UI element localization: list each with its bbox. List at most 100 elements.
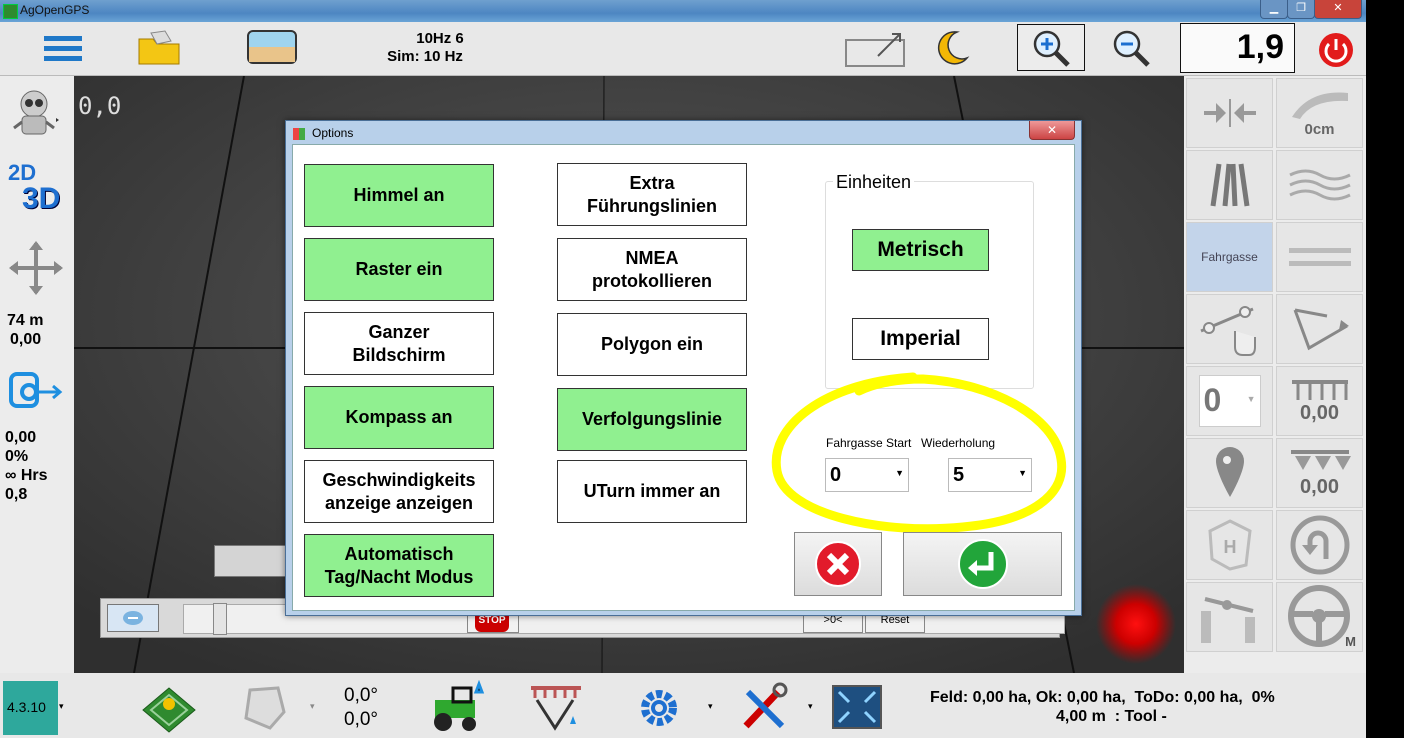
hydraulic-lift-icon bbox=[1200, 597, 1255, 643]
stat-hours: ∞ Hrs bbox=[5, 467, 48, 484]
angle-line-icon bbox=[1293, 308, 1349, 351]
field-map-icon[interactable] bbox=[138, 683, 200, 735]
settings-gear-icon[interactable] bbox=[636, 685, 682, 731]
yellow-highlight bbox=[771, 372, 1067, 534]
tram-start-select[interactable]: 0 ▼ bbox=[825, 458, 909, 492]
field-folder-icon[interactable] bbox=[136, 27, 184, 67]
sky-view-icon[interactable] bbox=[246, 28, 298, 66]
contour-record-icon[interactable] bbox=[6, 368, 64, 412]
snap-to-line-button[interactable] bbox=[1186, 78, 1273, 148]
cancel-button[interactable] bbox=[794, 532, 882, 596]
wavy-lines-icon bbox=[1288, 169, 1351, 201]
autosteer-robot-icon[interactable] bbox=[6, 84, 66, 144]
screen-expand-icon[interactable] bbox=[830, 683, 884, 731]
option-kompass-an-button[interactable]: Kompass an bbox=[304, 386, 494, 449]
zoom-in-icon[interactable] bbox=[1017, 24, 1085, 71]
close-window-button[interactable]: ✕ bbox=[1314, 0, 1362, 19]
settings-dropdown-arrow[interactable]: ▾ bbox=[708, 701, 713, 712]
zero-select-arrow: ▼ bbox=[1246, 394, 1256, 404]
repeat-select[interactable]: 5 ▼ bbox=[948, 458, 1032, 492]
undo-button[interactable] bbox=[107, 604, 159, 632]
zoom-value-box: 1,9 bbox=[1180, 23, 1295, 73]
chevron-down-icon: ▼ bbox=[895, 468, 904, 478]
mode-3d-label[interactable]: 3D bbox=[22, 182, 60, 216]
option-raster-ein-button[interactable]: Raster ein bbox=[304, 238, 494, 301]
touch-line-icon bbox=[1199, 306, 1256, 356]
option-uturn-immer-an-button[interactable]: UTurn immer an bbox=[557, 460, 747, 523]
map-gray-box bbox=[214, 545, 296, 577]
field-info: Feld: 0,00 ha, Ok: 0,00 ha, ToDo: 0,00 h… bbox=[930, 689, 1275, 706]
heading-value-1: 0,0° bbox=[344, 685, 379, 706]
zoom-out-icon[interactable] bbox=[1108, 26, 1154, 70]
section-control-button[interactable]: 0,00 bbox=[1276, 438, 1363, 508]
dialog-title: Options bbox=[312, 126, 354, 140]
uturn-button[interactable] bbox=[1276, 510, 1363, 580]
slider-thumb[interactable] bbox=[213, 603, 227, 635]
ok-button[interactable] bbox=[903, 532, 1062, 596]
maximize-button[interactable]: ❐ bbox=[1287, 0, 1315, 19]
location-pin-icon bbox=[1215, 447, 1244, 497]
undo-icon bbox=[123, 611, 143, 625]
option-extra-f-hrungslinien-button[interactable]: Extra Führungslinien bbox=[557, 163, 747, 226]
window-titlebar: AgOpenGPS ▁ ❐ ✕ bbox=[0, 0, 1366, 22]
tools-icon[interactable] bbox=[736, 681, 792, 735]
hz-line1: 10Hz 6 bbox=[416, 30, 464, 47]
gps-pin-button[interactable] bbox=[1186, 438, 1273, 508]
boundary-dropdown-arrow[interactable]: ▾ bbox=[310, 701, 315, 712]
ab-line-button[interactable] bbox=[1186, 150, 1273, 220]
sections-icon bbox=[1291, 379, 1348, 400]
tools-dropdown-arrow[interactable]: ▾ bbox=[808, 701, 813, 712]
option-himmel-an-button[interactable]: Himmel an bbox=[304, 164, 494, 227]
window-title: AgOpenGPS bbox=[20, 3, 90, 17]
option-geschwindigkeits-anzeige-anzeigen-button[interactable]: Geschwindigkeits anzeige anzeigen bbox=[304, 460, 494, 523]
version-box[interactable]: 4.3.10 bbox=[3, 681, 58, 735]
flag-lines-button[interactable] bbox=[1276, 222, 1363, 292]
screen-edge bbox=[1366, 0, 1404, 738]
version-dropdown-arrow[interactable]: ▾ bbox=[59, 701, 64, 712]
vehicle-settings-icon[interactable] bbox=[428, 679, 490, 735]
imperial-button[interactable]: Imperial bbox=[852, 318, 989, 360]
night-mode-icon[interactable] bbox=[930, 28, 972, 68]
boundary-line-button[interactable] bbox=[1276, 294, 1363, 364]
offset-button[interactable]: 0cm bbox=[1276, 78, 1363, 148]
curve-line-button[interactable] bbox=[1276, 150, 1363, 220]
power-icon[interactable] bbox=[1316, 30, 1356, 70]
bottom-bar: 4.3.10 ▾ ▾ 0,0° 0,0° ▾ ▾ Feld: 0,00 ha, … bbox=[0, 673, 1366, 738]
option-automatisch-tag-nacht-modus-button[interactable]: Automatisch Tag/Nacht Modus bbox=[304, 534, 494, 597]
zero-select-button[interactable]: 0 ▼ bbox=[1186, 366, 1273, 436]
dialog-close-button[interactable]: ✕ bbox=[1029, 121, 1075, 140]
tramline-button[interactable]: Fahrgasse bbox=[1186, 222, 1273, 292]
section-width-button[interactable]: 0,00 bbox=[1276, 366, 1363, 436]
minimize-button[interactable]: ▁ bbox=[1260, 0, 1288, 19]
chevron-down-icon: ▼ bbox=[1018, 468, 1027, 478]
curve-offset-icon bbox=[1291, 92, 1348, 119]
steering-wheel-button[interactable]: M bbox=[1276, 582, 1363, 652]
steering-wheel-icon bbox=[1287, 585, 1350, 647]
options-dialog: Options ✕ Einheiten Metrisch Imperial Fa… bbox=[285, 120, 1082, 616]
stat-area: 0,00 bbox=[5, 429, 37, 446]
headland-h-icon: H bbox=[1207, 519, 1252, 571]
zero-select[interactable]: 0 ▼ bbox=[1198, 375, 1261, 427]
svg-text:H: H bbox=[1223, 537, 1236, 557]
stat-rate: 0,8 bbox=[5, 486, 28, 503]
left-panel: 2D 3D 74 m 0,00 0,00 0% ∞ Hrs 0,8 bbox=[0, 76, 74, 673]
pan-arrows-icon[interactable] bbox=[6, 238, 66, 298]
units-group-label: Einheiten bbox=[833, 172, 915, 193]
fullscreen-toggle-icon[interactable] bbox=[844, 28, 906, 68]
hydraulic-lift-button[interactable] bbox=[1186, 582, 1273, 652]
option-ganzer-bildschirm-button[interactable]: Ganzer Bildschirm bbox=[304, 312, 494, 375]
tool-settings-icon[interactable] bbox=[526, 681, 588, 735]
option-nmea-protokollieren-button[interactable]: NMEA protokollieren bbox=[557, 238, 747, 301]
uturn-icon bbox=[1290, 515, 1349, 575]
menu-icon[interactable] bbox=[42, 30, 84, 66]
option-verfolgungslinie-button[interactable]: Verfolgungslinie bbox=[557, 388, 747, 451]
steer-mode-label: M bbox=[1345, 634, 1356, 649]
boundary-polygon-icon[interactable] bbox=[238, 683, 290, 733]
manual-ab-button[interactable] bbox=[1186, 294, 1273, 364]
version-label: 4.3.10 bbox=[7, 699, 46, 715]
metric-button[interactable]: Metrisch bbox=[852, 229, 989, 271]
zero-select-value: 0 bbox=[1203, 382, 1222, 418]
section-control-value: 0,00 bbox=[1300, 475, 1339, 498]
option-polygon-ein-button[interactable]: Polygon ein bbox=[557, 313, 747, 376]
headland-button[interactable]: H bbox=[1186, 510, 1273, 580]
